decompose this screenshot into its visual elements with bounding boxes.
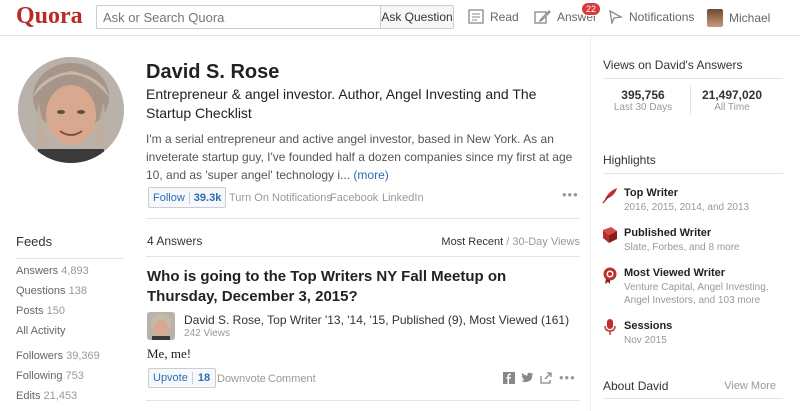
feed-item-following[interactable]: Following 753 [16, 370, 84, 382]
answers-divider [146, 256, 580, 257]
feed-item-questions[interactable]: Questions 138 [16, 285, 87, 297]
sidebar-separator [590, 36, 591, 411]
feed-item-label: All Activity [16, 325, 66, 337]
views-divider [603, 78, 783, 79]
sort-separator: / [503, 236, 513, 248]
highlight-top-writer-title[interactable]: Top Writer [624, 187, 678, 199]
feed-item-label: Followers [16, 350, 64, 362]
upvote-label: Upvote [153, 372, 188, 384]
stat-last-30-days-value: 395,756 [621, 88, 665, 102]
answer-count-badge: 22 [581, 2, 602, 16]
answer-views: 242 Views [184, 328, 230, 339]
highlight-sessions-sub: Nov 2015 [624, 335, 667, 346]
nav-notifications-label: Notifications [629, 9, 695, 24]
nav-user-label: Michael [729, 11, 771, 25]
turn-on-notifications-link[interactable]: Turn On Notifications [229, 192, 332, 204]
top-navigation-bar: Quora Ask Question Read Answer 22 Notifi… [0, 0, 800, 36]
highlight-top-writer-sub: 2016, 2015, 2014, and 2013 [624, 202, 750, 213]
nav-read-label: Read [490, 9, 519, 24]
quora-logo[interactable]: Quora [16, 3, 83, 30]
feed-item-label: Edits [16, 390, 41, 402]
feed-item-count: 138 [68, 285, 87, 297]
sort-30-day-views[interactable]: 30-Day Views [512, 236, 580, 248]
answers-count: 4 Answers [147, 234, 203, 248]
feed-item-posts[interactable]: Posts 150 [16, 305, 65, 317]
about-divider [603, 398, 783, 399]
follow-count: 39.3k [188, 191, 226, 204]
nav-notifications[interactable]: Notifications [608, 9, 694, 24]
notifications-icon [609, 9, 623, 24]
profile-name: David S. Rose [146, 61, 280, 83]
profile-more-options-icon[interactable]: ••• [562, 187, 579, 202]
quill-icon [602, 188, 617, 204]
linkedin-link[interactable]: LinkedIn [382, 192, 424, 204]
author-portrait [147, 312, 175, 340]
answers-sort: Most Recent / 30-Day Views [441, 236, 580, 248]
feeds-title: Feeds [16, 234, 53, 249]
medal-icon [603, 267, 617, 284]
feed-item-label: Posts [16, 305, 44, 317]
views-title: Views on David's Answers [603, 58, 743, 72]
feed-item-label: Answers [16, 265, 59, 277]
highlights-title: Highlights [603, 153, 656, 167]
answer-text: Me, me! [147, 346, 192, 361]
answer-bottom-divider [146, 400, 580, 401]
about-title: About David [603, 379, 669, 393]
profile-divider [146, 218, 580, 219]
feed-item-all-activity[interactable]: All Activity [16, 325, 66, 337]
feed-item-count: 39,369 [66, 350, 100, 362]
feed-item-edits[interactable]: Edits 21,453 [16, 390, 77, 402]
feed-item-count: 21,453 [43, 390, 78, 402]
highlight-most-viewed-title[interactable]: Most Viewed Writer [624, 267, 725, 279]
profile-photo[interactable] [18, 57, 124, 163]
view-more-link[interactable]: View More [724, 380, 776, 392]
twitter-icon[interactable] [521, 372, 534, 384]
upvote-count: 18 [191, 372, 215, 384]
profile-bio: I'm a serial entrepreneur and active ang… [146, 130, 584, 184]
highlight-sessions-title[interactable]: Sessions [624, 320, 672, 332]
nav-read[interactable]: Read [468, 9, 519, 24]
share-icon[interactable] [540, 371, 553, 384]
microphone-icon [604, 319, 616, 335]
stat-last-30-days-label: Last 30 Days [613, 102, 673, 113]
user-avatar [707, 9, 723, 27]
feed-item-count: 753 [65, 370, 84, 382]
follow-label: Follow [153, 191, 185, 204]
answer-author-avatar[interactable] [147, 312, 175, 340]
answer-more-options-icon[interactable]: ••• [559, 370, 576, 385]
facebook-icon[interactable] [503, 371, 515, 384]
feed-item-count: 150 [46, 305, 65, 317]
profile-tagline: Entrepreneur & angel investor. Author, A… [146, 86, 537, 121]
feed-item-followers[interactable]: Followers 39,369 [16, 350, 100, 362]
question-title[interactable]: Who is going to the Top Writers NY Fall … [147, 267, 577, 307]
answer-author-line[interactable]: David S. Rose, Top Writer '13, '14, '15,… [184, 313, 569, 327]
highlights-divider [603, 173, 783, 174]
feed-item-count: 4,893 [61, 265, 89, 277]
ask-question-button[interactable]: Ask Question [380, 5, 454, 29]
nav-user[interactable]: Michael [707, 9, 770, 27]
share-icons: ••• [503, 370, 576, 385]
highlight-published-writer-title[interactable]: Published Writer [624, 227, 711, 239]
facebook-link[interactable]: Facebook [330, 192, 378, 204]
feed-item-label: Questions [16, 285, 66, 297]
comment-button[interactable]: Comment [268, 373, 316, 385]
book-icon [603, 227, 617, 243]
sort-most-recent[interactable]: Most Recent [441, 236, 503, 248]
highlight-most-viewed-sub: Venture Capital, Angel Investing, Angel … [624, 282, 769, 306]
highlight-published-writer-sub: Slate, Forbes, and 8 more [624, 242, 740, 253]
upvote-button[interactable]: Upvote 18 [148, 368, 217, 388]
profile-portrait [18, 57, 124, 163]
feeds-divider [16, 258, 124, 259]
pencil-icon [534, 10, 551, 24]
feed-item-label: Following [16, 370, 63, 382]
downvote-button[interactable]: Downvote [217, 373, 266, 385]
stat-all-time-value: 21,497,020 [701, 88, 763, 102]
follow-button[interactable]: Follow 39.3k [148, 187, 227, 208]
feed-item-answers[interactable]: Answers 4,893 [16, 265, 89, 277]
read-icon [468, 9, 484, 24]
stat-all-time-label: All Time [714, 102, 750, 113]
search-input[interactable] [96, 5, 381, 29]
bio-more-link[interactable]: (more) [353, 168, 388, 182]
